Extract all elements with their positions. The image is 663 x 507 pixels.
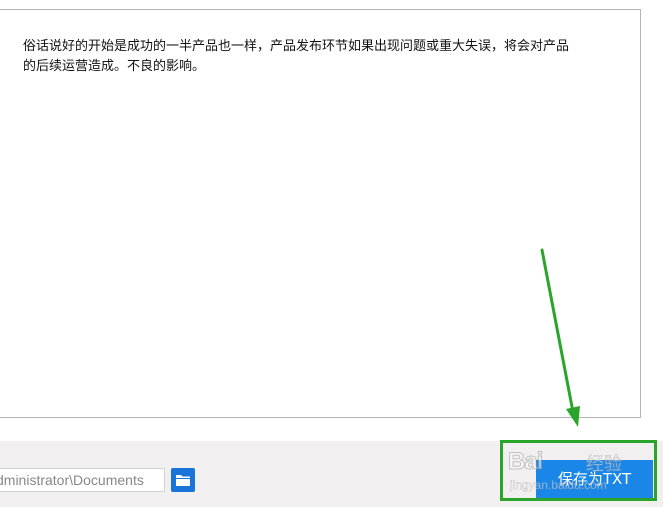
- save-path-input[interactable]: [0, 468, 165, 492]
- editor-text: 俗话说好的开始是成功的一半产品也一样，产品发布环节如果出现问题或重大失误，将会对…: [23, 39, 570, 74]
- save-as-txt-button[interactable]: 保存为TXT: [536, 460, 653, 498]
- folder-icon: [176, 475, 190, 486]
- browse-folder-button[interactable]: [171, 468, 195, 492]
- text-editor-area[interactable]: 俗话说好的开始是成功的一半产品也一样，产品发布环节如果出现问题或重大失误，将会对…: [0, 9, 641, 418]
